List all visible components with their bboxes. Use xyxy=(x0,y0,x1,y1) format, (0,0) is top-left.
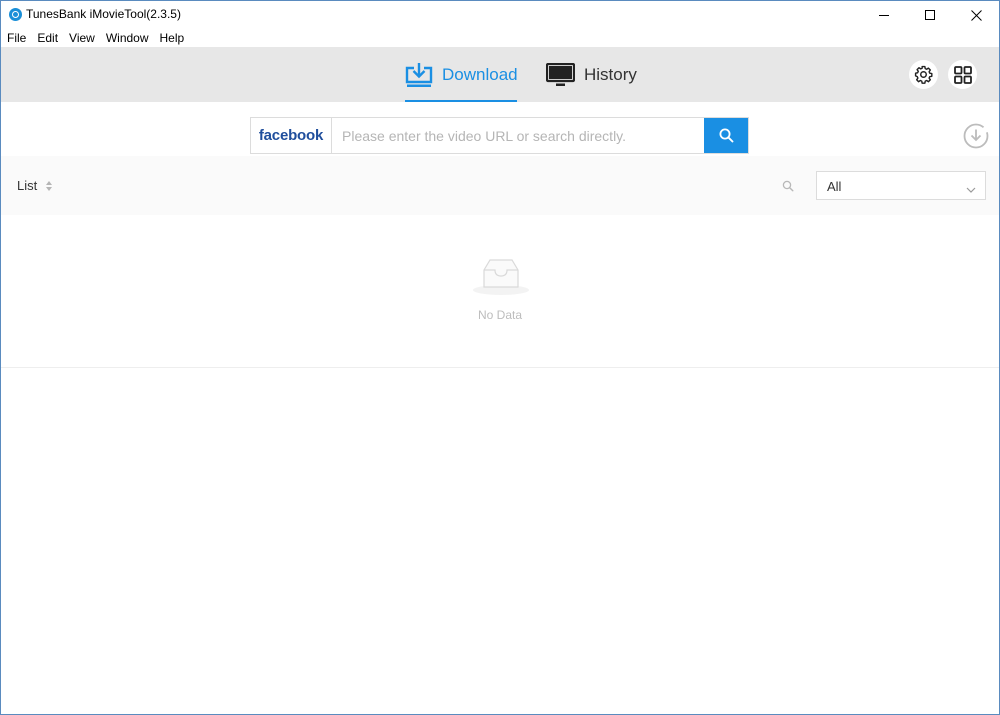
site-selector[interactable]: facebook xyxy=(251,118,332,153)
tab-download-label: Download xyxy=(442,64,518,84)
search-icon xyxy=(719,128,733,143)
title-bar: TunesBank iMovieTool(2.3.5) xyxy=(1,1,999,29)
url-input[interactable] xyxy=(332,118,704,153)
menu-help[interactable]: Help xyxy=(160,31,185,45)
list-toolbar: List All xyxy=(1,156,999,215)
menu-file[interactable]: File xyxy=(7,31,26,45)
download-queue-button[interactable] xyxy=(963,123,989,149)
gear-icon xyxy=(914,65,933,84)
search-button[interactable] xyxy=(704,118,748,153)
filter-selected-value: All xyxy=(827,179,842,194)
grid-icon xyxy=(953,65,972,84)
type-filter-select[interactable]: All xyxy=(816,171,986,200)
menu-bar: File Edit View Window Help xyxy=(1,29,999,47)
url-search-bar: facebook xyxy=(250,117,749,154)
sort-icon[interactable] xyxy=(45,179,53,197)
list-sort-label[interactable]: List xyxy=(17,178,37,193)
download-tray-icon xyxy=(405,62,433,88)
search-icon[interactable] xyxy=(782,179,794,197)
empty-state: No Data xyxy=(1,215,999,368)
tab-download[interactable]: Download xyxy=(405,47,518,102)
window-title: TunesBank iMovieTool(2.3.5) xyxy=(26,7,181,21)
close-icon xyxy=(970,9,982,21)
maximize-icon xyxy=(924,9,935,20)
maximize-button[interactable] xyxy=(907,1,953,29)
inbox-icon xyxy=(470,257,532,302)
app-window: TunesBank iMovieTool(2.3.5) File Edit Vi… xyxy=(0,0,1000,715)
tab-history[interactable]: History xyxy=(546,47,637,102)
minimize-icon xyxy=(878,14,889,16)
apps-grid-button[interactable] xyxy=(948,60,977,89)
app-logo-icon xyxy=(9,8,22,21)
minimize-button[interactable] xyxy=(861,1,907,29)
tab-history-label: History xyxy=(584,64,637,84)
active-tab-indicator xyxy=(405,100,517,102)
menu-window[interactable]: Window xyxy=(106,31,149,45)
menu-view[interactable]: View xyxy=(69,31,95,45)
empty-text: No Data xyxy=(477,308,523,322)
settings-button[interactable] xyxy=(909,60,938,89)
menu-edit[interactable]: Edit xyxy=(37,31,58,45)
header-tabs: Download History xyxy=(1,47,999,102)
download-circle-icon xyxy=(963,123,989,149)
monitor-icon xyxy=(546,62,575,87)
close-button[interactable] xyxy=(953,1,999,29)
chevron-down-icon xyxy=(966,181,976,199)
